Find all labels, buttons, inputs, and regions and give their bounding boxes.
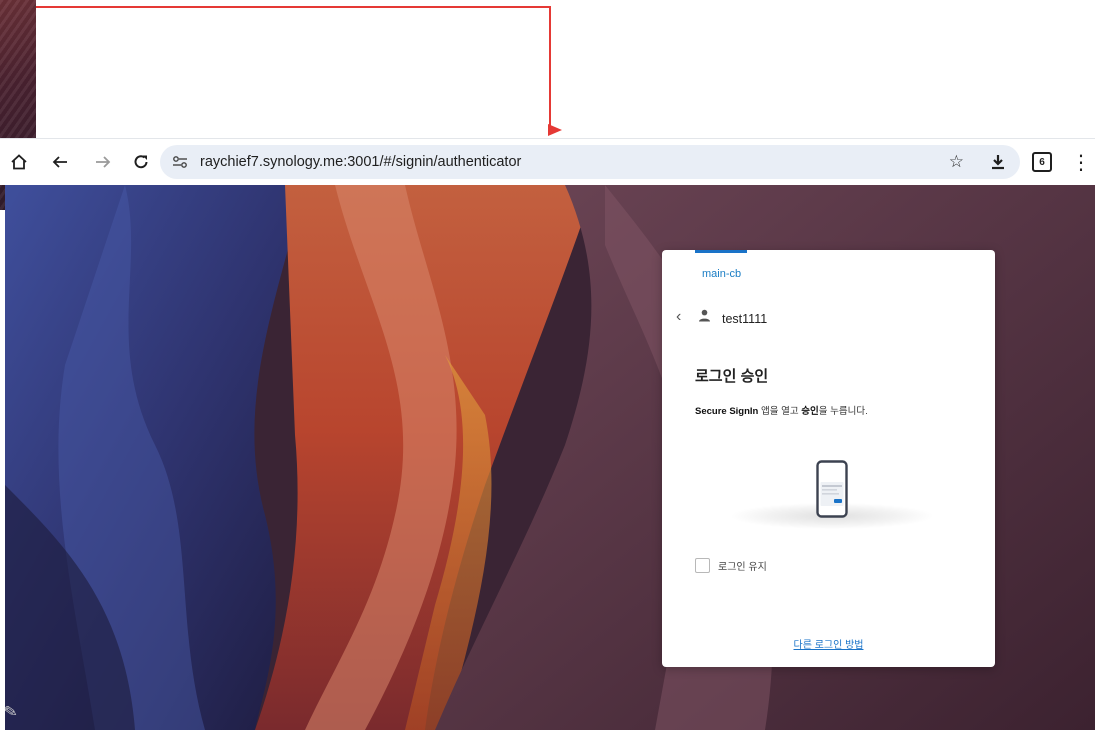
user-icon [698,309,711,327]
forward-icon[interactable] [88,139,118,185]
instruction-end: 을 누릅니다. [818,406,868,417]
reload-icon[interactable] [126,139,156,185]
remember-me-checkbox[interactable] [695,558,710,573]
phone-icon [816,460,848,518]
annotation-line-vertical [549,6,551,130]
username: test1111 [722,312,768,326]
star-icon[interactable]: ☆ [949,145,964,179]
host-name: main-cb [702,268,742,280]
address-bar[interactable]: raychief7.synology.me:3001/#/signin/auth… [160,145,1020,179]
back-chevron-icon[interactable]: ‹ [676,308,681,326]
annotation-line [36,6,550,8]
phone-illustration [732,455,932,535]
login-card: main-cb ‹ test1111 로그인 승인 Secure SignIn … [662,250,995,667]
other-login-method-link[interactable]: 다른 로그인 방법 [662,636,995,651]
tab-count-icon[interactable]: 6 [1032,152,1052,172]
app-name: Secure SignIn [695,406,759,417]
instruction-text: Secure SignIn 앱을 열고 승인을 누릅니다. [695,403,868,417]
card-accent-bar [695,250,747,253]
back-icon[interactable] [45,139,75,185]
page-title: 로그인 승인 [695,368,769,385]
home-icon[interactable] [4,139,34,185]
download-icon[interactable] [990,145,1006,179]
browser-toolbar: raychief7.synology.me:3001/#/signin/auth… [0,138,1095,185]
site-settings-icon[interactable] [172,145,188,179]
instruction-mid: 앱을 열고 [758,406,802,417]
remember-me-label[interactable]: 로그인 유지 [718,558,767,573]
menu-icon[interactable]: ⋮ [1071,139,1091,185]
annotation-arrow [548,124,562,136]
url-text[interactable]: raychief7.synology.me:3001/#/signin/auth… [200,145,521,179]
approve-word: 승인 [801,406,819,417]
